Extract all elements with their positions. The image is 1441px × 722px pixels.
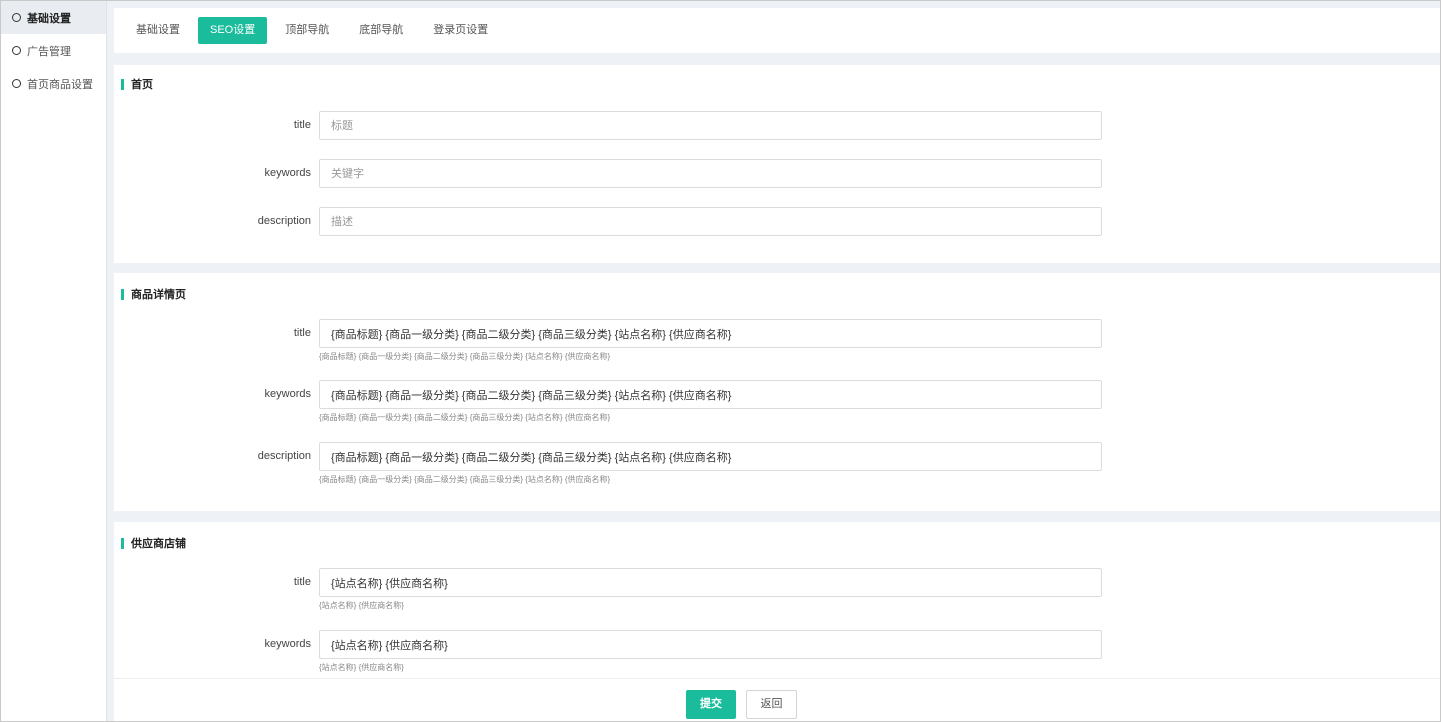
sidebar-item-label: 基础设置 [27,12,71,25]
supplier-keywords-hint: {站点名称} {供应商名称} [319,663,404,672]
section-supplier-store: 供应商店铺 title {站点名称} {供应商名称} keywords {站点名… [114,522,1440,682]
tab-basic-settings[interactable]: 基础设置 [124,17,192,44]
sidebar-item-ad-management[interactable]: 广告管理 [1,34,106,67]
product-keywords-label: keywords [264,388,311,400]
section-title-text: 首页 [131,79,153,91]
sidebar-item-label: 首页商品设置 [27,78,93,91]
accent-bar [121,78,124,90]
product-description-input[interactable] [319,442,1102,471]
home-description-input[interactable] [319,207,1102,236]
home-title-label: title [293,119,311,131]
tab-top-nav[interactable]: 顶部导航 [273,17,341,44]
circle-icon [12,13,21,22]
tab-bottom-nav[interactable]: 底部导航 [347,17,415,44]
accent-bar [121,288,124,300]
main-content: 基础设置 SEO设置 顶部导航 底部导航 登录页设置 首页 title keyw… [114,1,1440,721]
app-window: 基础设置 广告管理 首页商品设置 基础设置 SEO设置 顶部导航 底部导航 登录… [0,0,1441,722]
section-title: 首页 [121,77,153,91]
circle-icon [12,79,21,88]
product-description-label: description [257,450,311,462]
tab-bar: 基础设置 SEO设置 顶部导航 底部导航 登录页设置 [114,8,1440,53]
section-title-text: 商品详情页 [131,289,186,301]
submit-button[interactable]: 提交 [686,690,736,719]
sidebar-item-label: 广告管理 [27,45,71,58]
tab-seo-settings[interactable]: SEO设置 [198,17,268,44]
section-title: 供应商店铺 [121,536,186,550]
section-product-detail: 商品详情页 title {商品标题} {商品一级分类} {商品二级分类} {商品… [114,273,1440,511]
section-title: 商品详情页 [121,287,186,301]
supplier-keywords-label: keywords [264,638,311,650]
sidebar-item-basic-settings[interactable]: 基础设置 [1,1,106,34]
product-description-hint: {商品标题} {商品一级分类} {商品二级分类} {商品三级分类} {站点名称}… [319,475,611,484]
supplier-keywords-input[interactable] [319,630,1102,659]
supplier-title-label: title [293,576,311,588]
tab-login-page[interactable]: 登录页设置 [421,17,500,44]
product-title-label: title [293,327,311,339]
product-title-input[interactable] [319,319,1102,348]
sidebar: 基础设置 广告管理 首页商品设置 [1,1,107,721]
sidebar-item-home-products[interactable]: 首页商品设置 [1,67,106,100]
supplier-title-hint: {站点名称} {供应商名称} [319,601,404,610]
section-home: 首页 title keywords description [114,65,1440,263]
product-title-hint: {商品标题} {商品一级分类} {商品二级分类} {商品三级分类} {站点名称}… [319,352,611,361]
home-title-input[interactable] [319,111,1102,140]
product-keywords-input[interactable] [319,380,1102,409]
product-keywords-hint: {商品标题} {商品一级分类} {商品二级分类} {商品三级分类} {站点名称}… [319,413,611,422]
back-button[interactable]: 返回 [746,690,797,719]
supplier-title-input[interactable] [319,568,1102,597]
home-keywords-input[interactable] [319,159,1102,188]
section-title-text: 供应商店铺 [131,538,186,550]
accent-bar [121,537,124,549]
circle-icon [12,46,21,55]
form-footer: 提交 返回 [114,678,1440,721]
home-keywords-label: keywords [264,167,311,179]
home-description-label: description [257,215,311,227]
